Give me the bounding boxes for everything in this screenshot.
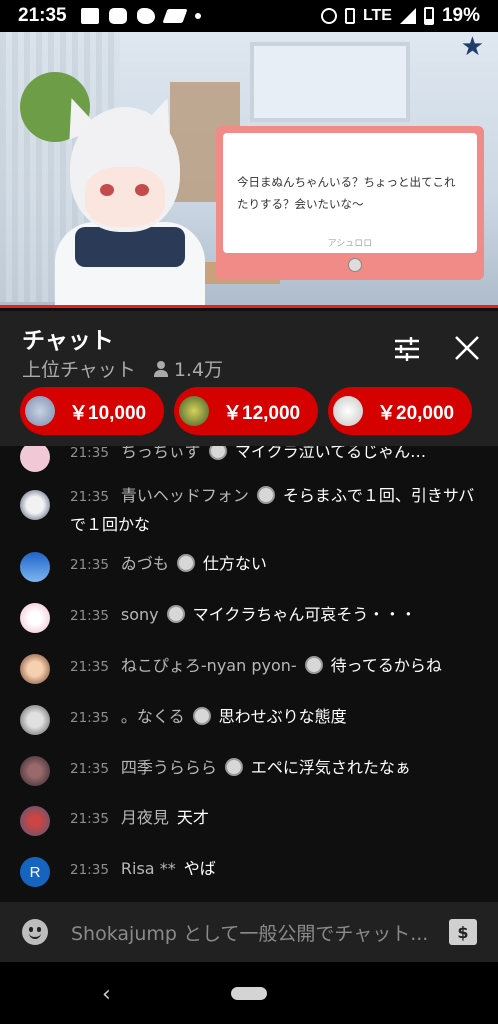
member-badge-icon [176,554,195,572]
video-progress-bar[interactable] [0,305,498,308]
message-text: マイクラ泣いてるじゃん… [234,446,427,461]
home-pill-icon[interactable] [231,987,267,1000]
avatar [20,806,50,836]
avatar [333,396,363,426]
close-icon [455,336,479,360]
message-text: 思わせぶりな態度 [218,707,347,726]
message-author: Risa ** [120,859,176,878]
message-time: 21:35 [70,446,109,461]
video-player[interactable]: ★ 今日まぬんちゃんいる？ちょっと出てこれたりする？会いたいな〜 アシュロロ [0,32,498,308]
back-icon[interactable]: ‹ [102,982,111,1007]
signal-icon [399,8,416,24]
message-card-sign: アシュロロ [327,239,373,249]
app-icon [162,9,188,23]
message-author: ちっちぃず [120,446,201,461]
avatar [20,654,50,684]
vibrate-icon [344,8,355,24]
character-eye [100,184,114,196]
chat-mode-label: 上位チャット [22,359,136,381]
avatar [25,396,55,426]
message-time: 21:35 [70,489,109,505]
super-chat-chip[interactable]: ￥10,000 [20,387,164,435]
message-time: 21:35 [70,659,109,675]
chat-input-bar: Shokajump として一般公開でチャット... $ [0,902,498,962]
twitter-icon [136,8,155,24]
tune-icon [395,337,419,361]
member-badge-icon [256,486,275,504]
message-card: 今日まぬんちゃんいる？ちょっと出てこれたりする？会いたいな〜 アシュロロ [216,126,484,280]
avatar [20,705,50,735]
status-bar: 21:35 LTE 19% [0,0,498,32]
super-chat-amount: ￥10,000 [69,402,147,424]
person-icon [153,360,168,377]
chat-input[interactable]: Shokajump として一般公開でチャット... [71,919,441,946]
avatar [20,603,50,633]
message-time: 21:35 [70,608,109,624]
chat-message-list[interactable]: 21:35 ちっちぃず マイクラ泣いてるじゃん… 21:35 青いヘッドフォン そらまふ… [0,446,498,902]
message-author: 。なくる [120,707,185,726]
avatar [20,756,50,786]
viewer-count: 1.4万 [173,359,224,381]
super-chat-amount: ￥20,000 [377,402,455,424]
avatar: R [20,857,50,887]
status-time: 21:35 [18,5,67,26]
close-chat-button[interactable] [452,333,482,363]
message-author: 青いヘッドフォン [120,486,249,505]
chat-header: チャット 上位チャット 1.4万 ￥10,000 ￥12,000 ￥20,000 [0,311,498,446]
emoji-mouth [29,933,41,939]
character-face [85,167,165,227]
notification-icons [80,8,201,24]
battery-percent: 19% [441,5,480,26]
battery-icon [423,7,434,25]
avatar [20,552,50,582]
super-chat-chip[interactable]: ￥12,000 [174,387,318,435]
line-icon [108,8,127,24]
character-eye [135,184,149,196]
member-badge-icon [208,446,227,460]
message-text: 仕方ない [202,554,267,573]
super-chat-ticker: ￥10,000 ￥12,000 ￥20,000 [20,387,472,435]
member-badge-icon [304,656,323,674]
message-author: sony [120,605,159,624]
network-label: LTE [362,7,392,24]
super-chat-icon[interactable]: $ [449,919,477,945]
message-time: 21:35 [70,811,109,827]
system-nav-bar: ‹ [0,962,498,1024]
avatar [179,396,209,426]
message-text: 天才 [176,808,209,827]
message-time: 21:35 [70,862,109,878]
avatar [20,490,50,520]
avatar [20,446,50,472]
chat-title: チャット [22,328,114,354]
emoji-icon[interactable] [22,919,48,945]
message-time: 21:35 [70,710,109,726]
message-author: 月夜見 [120,808,169,827]
message-text: 待ってるからね [330,656,442,675]
dot-icon [194,13,201,19]
alarm-icon [320,8,337,24]
system-icons: LTE 19% [320,5,480,27]
message-time: 21:35 [70,761,109,777]
message-card-icon [348,258,362,272]
message-text: マイクラちゃん可哀そう・・・ [192,605,417,624]
image-icon [80,8,99,24]
message-text: エペに浮気されたなぁ [250,758,411,777]
chat-filter-button[interactable] [392,336,422,362]
message-time: 21:35 [70,557,109,573]
member-badge-icon [192,707,211,725]
star-icon: ★ [460,32,484,62]
message-author: ゐづも [120,554,169,573]
super-chat-chip[interactable]: ￥20,000 [328,387,472,435]
message-text: やば [183,859,216,878]
member-badge-icon [224,758,243,776]
message-card-text: 今日まぬんちゃんいる？ちょっと出てこれたりする？会いたいな〜 [223,133,477,253]
super-chat-amount: ￥12,000 [223,402,301,424]
video-window [250,42,410,122]
message-author: 四季うららら [120,758,217,777]
chat-mode-selector[interactable]: 上位チャット 1.4万 [22,355,223,382]
member-badge-icon [166,605,185,623]
message-author: ねこぴょろ-nyan pyon- [120,656,297,675]
character-collar [75,227,185,267]
